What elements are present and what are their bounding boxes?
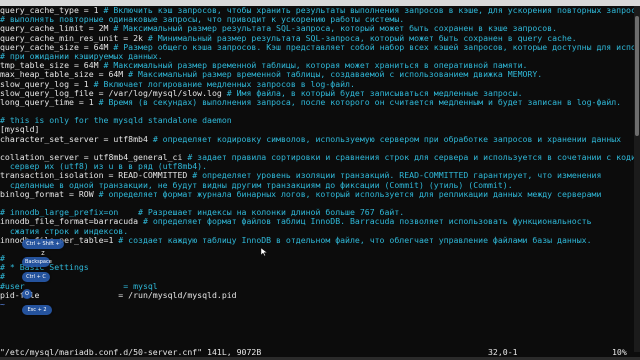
keystroke-badge-o: O [22, 289, 32, 299]
terminal-line: max_heap_table_size = 64M # Максимальный… [0, 70, 634, 79]
config-directive: slow_query_log = 1 [0, 79, 89, 89]
status-scroll-percent: 10% [612, 347, 627, 357]
config-comment: # определяет уровень изоляции транзакций… [187, 171, 602, 181]
terminal-line: # * Basic Settings [0, 263, 634, 272]
keystroke-badge-backspace: Backspace [22, 257, 52, 267]
config-directive: query_cache_type = 1 [0, 6, 99, 15]
config-directive: slow_query_log_file = /var/log/mysql/slo… [0, 88, 222, 98]
terminal-line: # при ожидании кэшируемых данных. [0, 52, 634, 61]
terminal-line: innodb_file_format=barracuda # определяе… [0, 217, 634, 226]
terminal-line: # [0, 254, 634, 263]
config-directive: tmp_table_size = 64M [0, 61, 99, 71]
terminal-line: сделанные в одной транзакции, не будут в… [0, 181, 634, 190]
config-comment: # Включить кэш запросов, чтобы хранить р… [98, 6, 634, 15]
status-cursor-position: 32,0-1 [488, 347, 518, 357]
keystroke-badge-ctrl-c: Ctrl + C [22, 272, 50, 282]
terminal-scrollbar[interactable] [634, 6, 640, 352]
keystroke-badge-esc-2: Esc + 2 [22, 305, 52, 315]
config-directive: transaction_isolation = READ-COMMITTED [0, 171, 188, 181]
terminal-line: pid-file = /run/mysqld/mysqld.pid [0, 291, 634, 300]
config-comment: сервер их (utf8) из u в в ряд (utf8mb4). [0, 162, 208, 172]
terminal-line: # innodb_large_prefix=on # Разрешает инд… [0, 208, 634, 217]
terminal-line: # this is only for the mysqld standalone… [0, 116, 634, 125]
config-directive: query_cache_limit = 2M [0, 24, 109, 34]
scrollbar-thumb[interactable] [635, 16, 639, 136]
config-comment: # Размер общего кэша запросов. Кэш предс… [108, 42, 634, 52]
terminal-line: query_cache_type = 1 # Включить кэш запр… [0, 6, 634, 15]
config-directive: query_cache_size = 64M [0, 42, 109, 52]
config-directive: max_heap_table_size = 64M [0, 70, 124, 80]
mouse-pointer-icon [261, 248, 267, 256]
config-comment: # Время (в секундах) выполнения запроса,… [93, 97, 622, 107]
config-directive: pid-file = /run/mysqld/mysqld.pid [0, 290, 237, 300]
config-comment: # Максимальный размер временной таблицы,… [123, 70, 543, 80]
terminal-line: [mysqld] [0, 125, 634, 134]
terminal-line: innodb_file_per_table=1 # создает каждую… [0, 236, 634, 245]
terminal-line: query_cache_min_res_unit = 2k # Минималь… [0, 34, 634, 43]
config-comment: # определяет формат журнала бинарных лог… [93, 189, 602, 199]
config-comment: # this is only for the mysqld standalone… [0, 116, 232, 126]
config-comment: # innodb_large_prefix=on # Разрешает инд… [0, 208, 405, 218]
terminal-line: # [0, 272, 634, 281]
terminal-line: long_query_time = 1 # Время (в секундах)… [0, 98, 634, 107]
config-directive: character_set_server = utf8mb4 [0, 134, 148, 144]
terminal-line: binlog_format = ROW # определяет формат … [0, 190, 634, 199]
config-directive: query_cache_min_res_unit = 2k [0, 33, 143, 43]
terminal-line: character_set_server = utf8mb4 # определ… [0, 135, 634, 144]
config-comment: # Имя файла, в который будет записыватьс… [221, 88, 523, 98]
empty-line-marker: ~ [0, 300, 5, 309]
config-comment: # задает правила сортировки и сравнения … [182, 153, 634, 162]
config-comment: # Максимальный размер результата SQL-зап… [108, 24, 558, 34]
config-comment: # выполнять повторные одинаковые запросы… [0, 15, 405, 25]
config-directive: long_query_time = 1 [0, 97, 94, 107]
config-comment: # при ожидании кэшируемых данных. [0, 51, 163, 61]
config-directive: [mysqld] [0, 125, 40, 135]
terminal-line: #user = mysql [0, 282, 634, 291]
keystroke-badge-ctrl-shift-z: Ctrl + Shift + Z [22, 239, 64, 257]
terminal-line: transaction_isolation = READ-COMMITTED #… [0, 171, 634, 180]
config-comment: # определяет кодировку символов, использ… [147, 134, 622, 144]
config-comment: сжатия строк и индексов. [0, 226, 129, 236]
terminal-line: сжатия строк и индексов. [0, 227, 634, 236]
config-directive: binlog_format = ROW [0, 189, 94, 199]
config-comment: # Максимальный размер временной таблицы,… [98, 61, 528, 71]
terminal-line: collation_server = utf8mb4_general_ci # … [0, 153, 634, 162]
config-comment: сделанные в одной транзакции, не будут в… [0, 180, 513, 190]
vim-status-line: "/etc/mysql/mariadb.conf.d/50-server.cnf… [0, 347, 634, 357]
terminal-line: slow_query_log_file = /var/log/mysql/slo… [0, 89, 634, 98]
status-file-info: "/etc/mysql/mariadb.conf.d/50-server.cnf… [0, 347, 262, 357]
config-comment: # Включает логирование медленных запросо… [88, 79, 355, 89]
config-comment: # [0, 254, 5, 264]
terminal-buffer[interactable]: query_cache_type = 1 # Включить кэш запр… [0, 6, 634, 352]
config-comment: # Минимальный размер результата SQL-запр… [142, 33, 577, 43]
terminal-line: сервер их (utf8) из u в в ряд (utf8mb4). [0, 162, 634, 171]
terminal-line: query_cache_limit = 2M # Максимальный ра… [0, 24, 634, 33]
config-comment: # [0, 272, 5, 282]
terminal-line: ~ [0, 300, 634, 309]
config-comment: # создает каждую таблицу InnoDB в отдель… [113, 235, 592, 245]
config-directive: collation_server = utf8mb4_general_ci [0, 153, 183, 162]
terminal-line: # выполнять повторные одинаковые запросы… [0, 15, 634, 24]
config-comment: # определяет формат файлов таблиц InnoDB… [138, 217, 592, 227]
terminal-line: tmp_table_size = 64M # Максимальный разм… [0, 61, 634, 70]
config-directive: innodb_file_format=barracuda [0, 217, 139, 227]
terminal-line: slow_query_log = 1 # Включает логировани… [0, 80, 634, 89]
terminal-line: query_cache_size = 64M # Размер общего к… [0, 43, 634, 52]
